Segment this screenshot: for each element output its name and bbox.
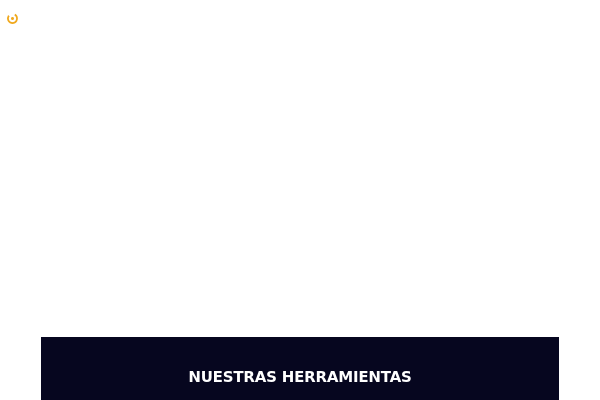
site-logo[interactable] — [6, 12, 23, 25]
logo-icon — [7, 12, 18, 24]
site-header — [0, 0, 600, 36]
page: NUESTRAS HERRAMIENTAS — [0, 0, 600, 400]
tools-section-title: NUESTRAS HERRAMIENTAS — [188, 368, 412, 386]
tools-section: NUESTRAS HERRAMIENTAS — [41, 337, 559, 400]
